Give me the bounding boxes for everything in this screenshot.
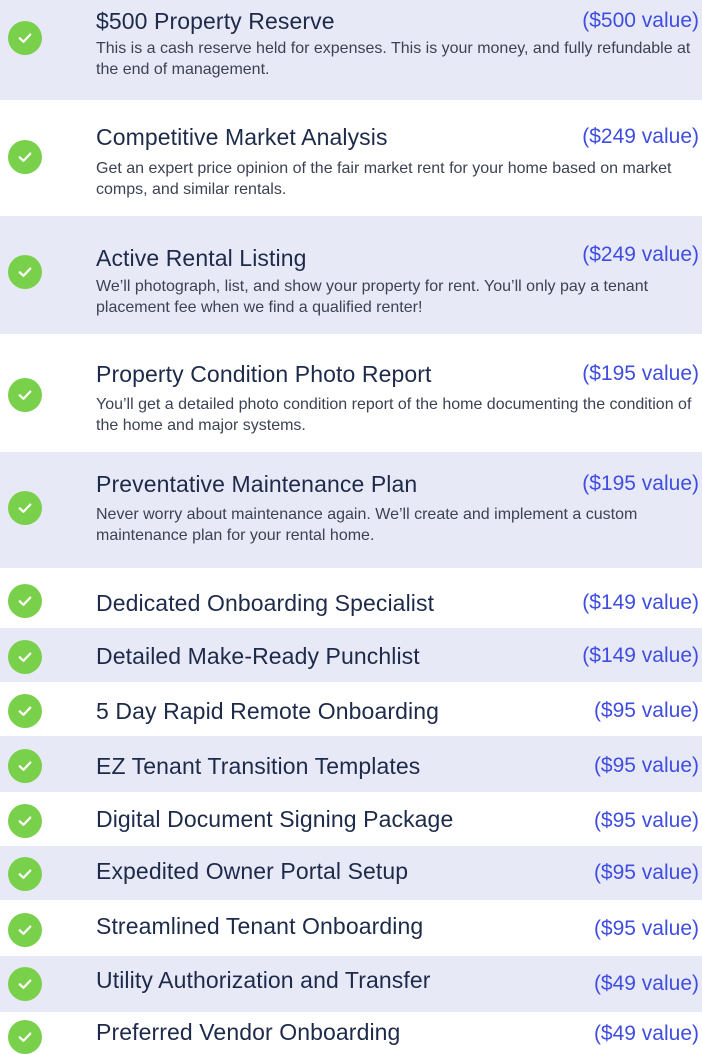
check-circle-icon: [8, 1020, 42, 1054]
item-title: Digital Document Signing Package: [96, 806, 454, 832]
item-title: Utility Authorization and Transfer: [96, 967, 431, 993]
item-value: ($500 value): [582, 9, 699, 32]
item-title: Detailed Make-Ready Punchlist: [96, 643, 420, 669]
item-value: ($49 value): [593, 1022, 699, 1045]
check-circle-icon: [8, 491, 42, 525]
item-title: Expedited Owner Portal Setup: [96, 858, 409, 884]
list-item: Dedicated Onboarding Specialist ($149 va…: [0, 568, 702, 628]
check-circle-icon: [8, 21, 42, 55]
item-title: Preventative Maintenance Plan: [96, 471, 418, 497]
list-item: Competitive Market Analysis ($249 value)…: [0, 100, 702, 216]
check-circle-icon: [8, 913, 42, 947]
list-item: EZ Tenant Transition Templates ($95 valu…: [0, 736, 702, 792]
item-title: Active Rental Listing: [96, 245, 307, 271]
list-item: Preventative Maintenance Plan ($195 valu…: [0, 452, 702, 568]
check-circle-icon: [8, 378, 42, 412]
list-item: Active Rental Listing ($249 value) We’ll…: [0, 216, 702, 334]
check-circle-icon: [8, 749, 42, 783]
value-list: $500 Property Reserve ($500 value) This …: [0, 0, 702, 1054]
item-title: Competitive Market Analysis: [96, 124, 388, 150]
list-item: Digital Document Signing Package ($95 va…: [0, 792, 702, 846]
item-description: This is a cash reserve held for expenses…: [96, 40, 691, 78]
list-item: 5 Day Rapid Remote Onboarding ($95 value…: [0, 682, 702, 736]
item-value: ($95 value): [593, 861, 699, 884]
item-value: ($95 value): [593, 809, 699, 832]
item-value: ($49 value): [593, 972, 699, 995]
check-circle-icon: [8, 140, 42, 174]
list-item: Preferred Vendor Onboarding ($49 value): [0, 1012, 702, 1054]
item-title: Streamlined Tenant Onboarding: [96, 913, 424, 939]
check-circle-icon: [8, 804, 42, 838]
item-description: We’ll photograph, list, and show your pr…: [96, 278, 649, 316]
list-item: $500 Property Reserve ($500 value) This …: [0, 0, 702, 100]
check-circle-icon: [8, 584, 42, 618]
list-item: Property Condition Photo Report ($195 va…: [0, 334, 702, 452]
check-circle-icon: [8, 255, 42, 289]
check-circle-icon: [8, 694, 42, 728]
item-description: You’ll get a detailed photo condition re…: [96, 396, 692, 434]
item-value: ($195 value): [582, 362, 699, 385]
check-circle-icon: [8, 967, 42, 1001]
list-item: Expedited Owner Portal Setup ($95 value): [0, 846, 702, 900]
item-title: EZ Tenant Transition Templates: [96, 753, 421, 779]
item-value: ($95 value): [593, 699, 699, 722]
item-value: ($95 value): [593, 754, 699, 777]
check-circle-icon: [8, 640, 42, 674]
item-title: $500 Property Reserve: [96, 8, 335, 34]
item-value: ($249 value): [582, 125, 699, 148]
item-description: Never worry about maintenance again. We’…: [96, 506, 638, 544]
item-title: Dedicated Onboarding Specialist: [96, 590, 435, 616]
item-value: ($149 value): [582, 644, 699, 667]
list-item: Streamlined Tenant Onboarding ($95 value…: [0, 900, 702, 956]
item-title: 5 Day Rapid Remote Onboarding: [96, 698, 439, 724]
item-value: ($249 value): [582, 243, 699, 266]
item-title: Property Condition Photo Report: [96, 361, 432, 387]
item-description: Get an expert price opinion of the fair …: [96, 160, 672, 198]
check-circle-icon: [8, 857, 42, 891]
item-value: ($149 value): [582, 591, 699, 614]
item-value: ($95 value): [593, 917, 699, 940]
list-item: Utility Authorization and Transfer ($49 …: [0, 956, 702, 1012]
list-item: Detailed Make-Ready Punchlist ($149 valu…: [0, 628, 702, 682]
item-title: Preferred Vendor Onboarding: [96, 1019, 401, 1045]
item-value: ($195 value): [582, 472, 699, 495]
